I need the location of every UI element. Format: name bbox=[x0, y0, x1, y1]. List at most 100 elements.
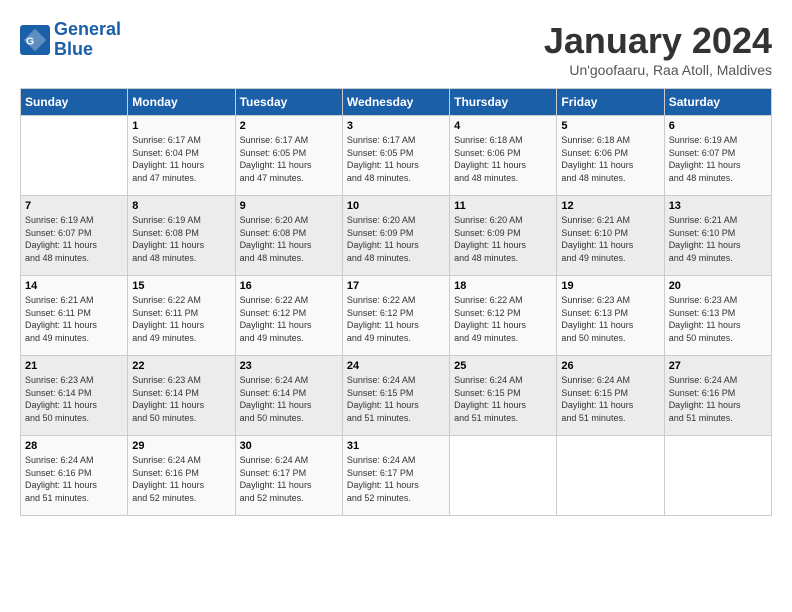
day-number: 29 bbox=[132, 440, 230, 452]
weekday-header-monday: Monday bbox=[128, 89, 235, 116]
day-info: Sunrise: 6:24 AM Sunset: 6:15 PM Dayligh… bbox=[347, 374, 445, 424]
calendar-cell: 28 Sunrise: 6:24 AM Sunset: 6:16 PM Dayli… bbox=[21, 436, 128, 516]
day-info: Sunrise: 6:24 AM Sunset: 6:16 PM Dayligh… bbox=[132, 454, 230, 504]
calendar-cell: 25 Sunrise: 6:24 AM Sunset: 6:15 PM Dayli… bbox=[450, 356, 557, 436]
calendar-cell: 4Sunrise: 6:18 AM Sunset: 6:06 PM Daylig… bbox=[450, 116, 557, 196]
logo-text-general: General bbox=[54, 20, 121, 40]
day-number: 30 bbox=[240, 440, 338, 452]
day-info: Sunrise: 6:24 AM Sunset: 6:14 PM Dayligh… bbox=[240, 374, 338, 424]
day-number: 18 bbox=[454, 280, 552, 292]
weekday-header-wednesday: Wednesday bbox=[342, 89, 449, 116]
calendar-cell: 30 Sunrise: 6:24 AM Sunset: 6:17 PM Dayli… bbox=[235, 436, 342, 516]
day-number: 31 bbox=[347, 440, 445, 452]
calendar-cell: 19Sunrise: 6:23 AM Sunset: 6:13 PM Dayli… bbox=[557, 276, 664, 356]
day-info: Sunrise: 6:24 AM Sunset: 6:17 PM Dayligh… bbox=[240, 454, 338, 504]
calendar-cell: 11 Sunrise: 6:20 AM Sunset: 6:09 PM Dayli… bbox=[450, 196, 557, 276]
title-block: January 2024 Un'goofaaru, Raa Atoll, Mal… bbox=[544, 20, 772, 78]
calendar-cell: 18 Sunrise: 6:22 AM Sunset: 6:12 PM Dayli… bbox=[450, 276, 557, 356]
day-number: 11 bbox=[454, 200, 552, 212]
day-number: 14 bbox=[25, 280, 123, 292]
calendar-cell: 23 Sunrise: 6:24 AM Sunset: 6:14 PM Dayli… bbox=[235, 356, 342, 436]
weekday-header-saturday: Saturday bbox=[664, 89, 771, 116]
day-number: 7 bbox=[25, 200, 123, 212]
calendar-cell: 20Sunrise: 6:23 AM Sunset: 6:13 PM Dayli… bbox=[664, 276, 771, 356]
day-info: Sunrise: 6:24 AM Sunset: 6:16 PM Dayligh… bbox=[25, 454, 123, 504]
calendar-cell: 8 Sunrise: 6:19 AM Sunset: 6:08 PM Daylig… bbox=[128, 196, 235, 276]
day-info: Sunrise: 6:22 AM Sunset: 6:12 PM Dayligh… bbox=[454, 294, 552, 344]
week-row-2: 14 Sunrise: 6:21 AM Sunset: 6:11 PM Dayli… bbox=[21, 276, 772, 356]
week-row-0: 1 Sunrise: 6:17 AM Sunset: 6:04 PM Daylig… bbox=[21, 116, 772, 196]
day-info: Sunrise: 6:22 AM Sunset: 6:12 PM Dayligh… bbox=[240, 294, 338, 344]
calendar-cell: 22 Sunrise: 6:23 AM Sunset: 6:14 PM Dayli… bbox=[128, 356, 235, 436]
weekday-header-friday: Friday bbox=[557, 89, 664, 116]
day-number: 20 bbox=[669, 280, 767, 292]
day-number: 23 bbox=[240, 360, 338, 372]
day-info: Sunrise: 6:22 AM Sunset: 6:11 PM Dayligh… bbox=[132, 294, 230, 344]
calendar-cell bbox=[664, 436, 771, 516]
day-info: Sunrise: 6:20 AM Sunset: 6:09 PM Dayligh… bbox=[347, 214, 445, 264]
calendar-cell: 7 Sunrise: 6:19 AM Sunset: 6:07 PM Daylig… bbox=[21, 196, 128, 276]
calendar-cell: 15Sunrise: 6:22 AM Sunset: 6:11 PM Dayli… bbox=[128, 276, 235, 356]
day-info: Sunrise: 6:19 AM Sunset: 6:07 PM Dayligh… bbox=[669, 134, 767, 184]
weekday-header-row: SundayMondayTuesdayWednesdayThursdayFrid… bbox=[21, 89, 772, 116]
day-number: 1 bbox=[132, 120, 230, 132]
day-info: Sunrise: 6:17 AM Sunset: 6:05 PM Dayligh… bbox=[347, 134, 445, 184]
day-info: Sunrise: 6:19 AM Sunset: 6:08 PM Dayligh… bbox=[132, 214, 230, 264]
day-info: Sunrise: 6:17 AM Sunset: 6:05 PM Dayligh… bbox=[240, 134, 338, 184]
day-number: 17 bbox=[347, 280, 445, 292]
day-number: 21 bbox=[25, 360, 123, 372]
day-info: Sunrise: 6:23 AM Sunset: 6:14 PM Dayligh… bbox=[25, 374, 123, 424]
day-number: 22 bbox=[132, 360, 230, 372]
calendar-cell: 9Sunrise: 6:20 AM Sunset: 6:08 PM Daylig… bbox=[235, 196, 342, 276]
day-info: Sunrise: 6:24 AM Sunset: 6:16 PM Dayligh… bbox=[669, 374, 767, 424]
weekday-header-tuesday: Tuesday bbox=[235, 89, 342, 116]
day-info: Sunrise: 6:24 AM Sunset: 6:15 PM Dayligh… bbox=[561, 374, 659, 424]
day-info: Sunrise: 6:22 AM Sunset: 6:12 PM Dayligh… bbox=[347, 294, 445, 344]
calendar-cell: 2Sunrise: 6:17 AM Sunset: 6:05 PM Daylig… bbox=[235, 116, 342, 196]
day-number: 8 bbox=[132, 200, 230, 212]
header: G General Blue January 2024 Un'goofaaru,… bbox=[20, 20, 772, 78]
day-number: 10 bbox=[347, 200, 445, 212]
day-number: 6 bbox=[669, 120, 767, 132]
day-info: Sunrise: 6:23 AM Sunset: 6:14 PM Dayligh… bbox=[132, 374, 230, 424]
calendar-cell: 13Sunrise: 6:21 AM Sunset: 6:10 PM Dayli… bbox=[664, 196, 771, 276]
day-info: Sunrise: 6:21 AM Sunset: 6:10 PM Dayligh… bbox=[669, 214, 767, 264]
calendar-cell: 12Sunrise: 6:21 AM Sunset: 6:10 PM Dayli… bbox=[557, 196, 664, 276]
calendar-cell: 5Sunrise: 6:18 AM Sunset: 6:06 PM Daylig… bbox=[557, 116, 664, 196]
week-row-3: 21 Sunrise: 6:23 AM Sunset: 6:14 PM Dayli… bbox=[21, 356, 772, 436]
week-row-4: 28 Sunrise: 6:24 AM Sunset: 6:16 PM Dayli… bbox=[21, 436, 772, 516]
day-info: Sunrise: 6:24 AM Sunset: 6:15 PM Dayligh… bbox=[454, 374, 552, 424]
day-number: 28 bbox=[25, 440, 123, 452]
general-blue-icon: G bbox=[20, 25, 50, 55]
svg-text:G: G bbox=[26, 35, 34, 47]
calendar-cell: 3Sunrise: 6:17 AM Sunset: 6:05 PM Daylig… bbox=[342, 116, 449, 196]
weekday-header-sunday: Sunday bbox=[21, 89, 128, 116]
day-info: Sunrise: 6:18 AM Sunset: 6:06 PM Dayligh… bbox=[561, 134, 659, 184]
day-number: 25 bbox=[454, 360, 552, 372]
calendar-cell: 16 Sunrise: 6:22 AM Sunset: 6:12 PM Dayli… bbox=[235, 276, 342, 356]
calendar-cell: 10 Sunrise: 6:20 AM Sunset: 6:09 PM Dayli… bbox=[342, 196, 449, 276]
calendar-cell: 26Sunrise: 6:24 AM Sunset: 6:15 PM Dayli… bbox=[557, 356, 664, 436]
calendar-cell: 31 Sunrise: 6:24 AM Sunset: 6:17 PM Dayli… bbox=[342, 436, 449, 516]
calendar-cell bbox=[557, 436, 664, 516]
day-info: Sunrise: 6:21 AM Sunset: 6:10 PM Dayligh… bbox=[561, 214, 659, 264]
logo: G General Blue bbox=[20, 20, 121, 60]
day-number: 16 bbox=[240, 280, 338, 292]
location-title: Un'goofaaru, Raa Atoll, Maldives bbox=[544, 62, 772, 78]
calendar-cell: 6 Sunrise: 6:19 AM Sunset: 6:07 PM Daylig… bbox=[664, 116, 771, 196]
calendar-table: SundayMondayTuesdayWednesdayThursdayFrid… bbox=[20, 88, 772, 516]
calendar-cell bbox=[450, 436, 557, 516]
calendar-cell bbox=[21, 116, 128, 196]
week-row-1: 7 Sunrise: 6:19 AM Sunset: 6:07 PM Daylig… bbox=[21, 196, 772, 276]
day-info: Sunrise: 6:19 AM Sunset: 6:07 PM Dayligh… bbox=[25, 214, 123, 264]
weekday-header-thursday: Thursday bbox=[450, 89, 557, 116]
month-title: January 2024 bbox=[544, 20, 772, 62]
day-info: Sunrise: 6:17 AM Sunset: 6:04 PM Dayligh… bbox=[132, 134, 230, 184]
day-info: Sunrise: 6:18 AM Sunset: 6:06 PM Dayligh… bbox=[454, 134, 552, 184]
day-info: Sunrise: 6:20 AM Sunset: 6:09 PM Dayligh… bbox=[454, 214, 552, 264]
calendar-cell: 27Sunrise: 6:24 AM Sunset: 6:16 PM Dayli… bbox=[664, 356, 771, 436]
day-info: Sunrise: 6:24 AM Sunset: 6:17 PM Dayligh… bbox=[347, 454, 445, 504]
calendar-cell: 1 Sunrise: 6:17 AM Sunset: 6:04 PM Daylig… bbox=[128, 116, 235, 196]
day-info: Sunrise: 6:21 AM Sunset: 6:11 PM Dayligh… bbox=[25, 294, 123, 344]
calendar-cell: 14 Sunrise: 6:21 AM Sunset: 6:11 PM Dayli… bbox=[21, 276, 128, 356]
